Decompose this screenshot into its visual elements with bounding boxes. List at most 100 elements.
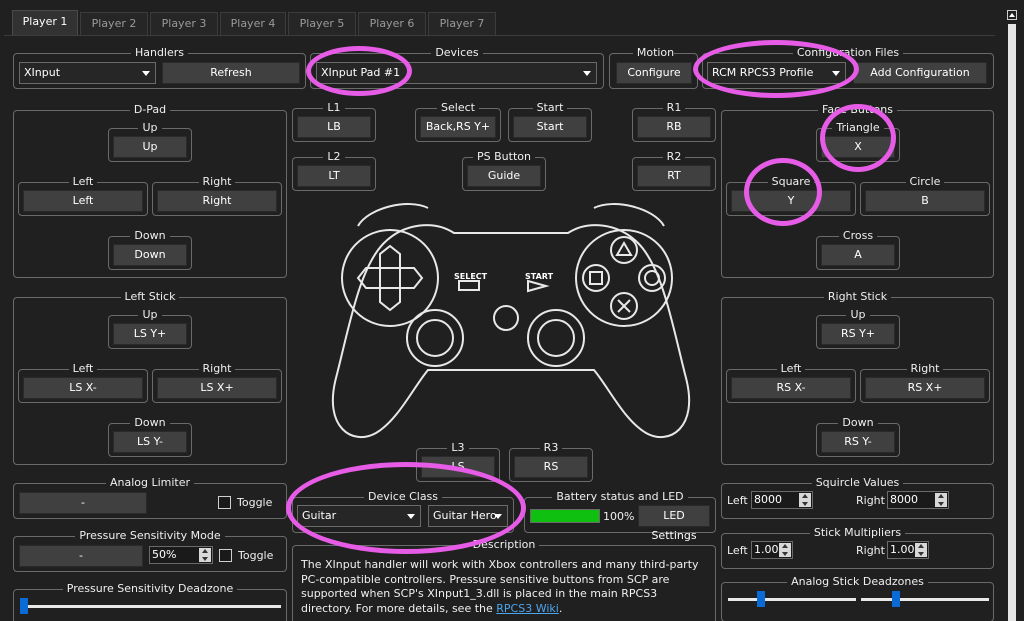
start-pad-icon bbox=[527, 279, 550, 293]
config-profile-select[interactable]: RCM RPCS3 Profile bbox=[707, 62, 846, 84]
left-stick-title: Left Stick bbox=[120, 290, 180, 303]
motion-configure-button[interactable]: Configure bbox=[616, 62, 692, 84]
square-icon bbox=[589, 271, 603, 285]
ls-up-label: Up bbox=[138, 308, 162, 321]
device-subtype-select[interactable]: Guitar Hero bbox=[428, 505, 508, 527]
rs-down-button[interactable]: RS Y- bbox=[821, 431, 895, 453]
rs-up-button[interactable]: RS Y+ bbox=[821, 323, 895, 345]
r1-button[interactable]: RB bbox=[637, 116, 711, 138]
left-deadzone-handle[interactable] bbox=[756, 591, 765, 607]
tab-player-5[interactable]: Player 5 bbox=[288, 12, 356, 36]
tab-player-1[interactable]: Player 1 bbox=[12, 10, 78, 36]
ls-up-button[interactable]: LS Y+ bbox=[113, 323, 187, 345]
cross-icon bbox=[617, 299, 631, 313]
left-deadzone-slider[interactable] bbox=[728, 598, 856, 601]
dpad-down-label: Down bbox=[130, 229, 170, 242]
square-button[interactable]: Y bbox=[731, 190, 851, 212]
dpad-down-button[interactable]: Down bbox=[113, 244, 187, 266]
dpad-left-label: Left bbox=[68, 175, 98, 188]
triangle-button[interactable]: X bbox=[821, 136, 895, 158]
ls-left-button[interactable]: LS X- bbox=[23, 377, 143, 399]
right-deadzone-handle[interactable] bbox=[892, 591, 901, 607]
description-text: The XInput handler will work with Xbox c… bbox=[301, 558, 711, 616]
r1-outline bbox=[593, 203, 665, 227]
squircle-title: Squircle Values bbox=[811, 476, 904, 489]
ls-right-button[interactable]: LS X+ bbox=[157, 377, 277, 399]
dpad-up-button[interactable]: Up bbox=[113, 136, 187, 158]
squircle-left-spinbox[interactable]: 8000 bbox=[751, 491, 813, 509]
r2-button[interactable]: RT bbox=[637, 165, 711, 187]
rs-up-label: Up bbox=[846, 308, 870, 321]
scroll-up-icon[interactable] bbox=[1007, 10, 1017, 20]
circle-button[interactable]: B bbox=[865, 190, 985, 212]
tab-player-4[interactable]: Player 4 bbox=[220, 12, 286, 36]
dpad-up-icon bbox=[379, 244, 401, 269]
tab-player-2[interactable]: Player 2 bbox=[80, 12, 148, 36]
pressure-deadzone-slider[interactable] bbox=[20, 605, 281, 608]
mult-right-spinbox[interactable]: 1.00 bbox=[887, 541, 929, 559]
spin-arrows-icon[interactable] bbox=[935, 493, 947, 507]
scroll-thumb[interactable] bbox=[1008, 24, 1016, 621]
handler-select[interactable]: XInput bbox=[19, 62, 156, 84]
devices-title: Devices bbox=[431, 46, 483, 59]
analog-limiter-toggle-checkbox[interactable] bbox=[218, 496, 231, 509]
tab-player-6[interactable]: Player 6 bbox=[358, 12, 426, 36]
dpad-down-icon bbox=[379, 287, 401, 312]
spin-arrows-icon[interactable] bbox=[915, 543, 927, 557]
l2-button[interactable]: LT bbox=[297, 165, 371, 187]
select-label: Select bbox=[437, 101, 479, 114]
rs-right-button[interactable]: RS X+ bbox=[865, 377, 985, 399]
square-label: Square bbox=[767, 175, 815, 188]
pressure-mode-title: Pressure Sensitivity Mode bbox=[75, 529, 225, 542]
device-value: XInput Pad #1 bbox=[321, 66, 401, 79]
pressure-percent-spinbox[interactable]: 50% bbox=[149, 546, 213, 564]
dpad-up-label: Up bbox=[138, 121, 162, 134]
dpad-right-button[interactable]: Right bbox=[157, 190, 277, 212]
ps-button[interactable]: Guide bbox=[467, 165, 541, 187]
cross-button[interactable]: A bbox=[821, 244, 895, 266]
triangle-icon bbox=[615, 241, 633, 256]
l1-label: L1 bbox=[323, 101, 345, 114]
chevron-down-icon bbox=[832, 71, 840, 76]
spin-arrows-icon[interactable] bbox=[199, 548, 211, 562]
tab-player-3[interactable]: Player 3 bbox=[150, 12, 218, 36]
start-label: Start bbox=[532, 101, 568, 114]
pressure-deadzone-handle[interactable] bbox=[20, 598, 28, 614]
vertical-scrollbar[interactable] bbox=[1002, 0, 1024, 621]
l3-button[interactable]: LS bbox=[421, 456, 495, 478]
battery-bar bbox=[530, 509, 600, 523]
spin-arrows-icon[interactable] bbox=[799, 493, 811, 507]
dpad-left-button[interactable]: Left bbox=[23, 190, 143, 212]
r3-button[interactable]: RS bbox=[514, 456, 588, 478]
mult-right-value: 1.00 bbox=[890, 543, 915, 556]
tab-player-7[interactable]: Player 7 bbox=[428, 12, 496, 36]
add-configuration-button[interactable]: Add Configuration bbox=[853, 62, 987, 84]
pad-select-text: SELECT bbox=[454, 272, 488, 281]
device-class-select[interactable]: Guitar bbox=[297, 505, 421, 527]
l1-button[interactable]: LB bbox=[297, 116, 371, 138]
select-button[interactable]: Back,RS Y+ bbox=[420, 116, 496, 138]
rpcs3-wiki-link[interactable]: RPCS3 Wiki bbox=[496, 602, 559, 615]
battery-title: Battery status and LED bbox=[552, 490, 688, 503]
analog-limiter-title: Analog Limiter bbox=[105, 476, 195, 489]
analog-limiter-button[interactable]: - bbox=[19, 492, 147, 514]
left-analog-stick bbox=[416, 319, 454, 357]
pressure-toggle-label: Toggle bbox=[238, 549, 274, 562]
mult-left-spinbox[interactable]: 1.00 bbox=[751, 541, 793, 559]
refresh-button[interactable]: Refresh bbox=[162, 62, 300, 84]
pressure-toggle-checkbox[interactable] bbox=[219, 549, 232, 562]
spin-arrows-icon[interactable] bbox=[779, 543, 791, 557]
device-select[interactable]: XInput Pad #1 bbox=[316, 62, 597, 84]
config-profile-value: RCM RPCS3 Profile bbox=[712, 66, 814, 79]
pressure-mode-button[interactable]: - bbox=[19, 545, 143, 567]
handler-value: XInput bbox=[24, 66, 61, 79]
right-deadzone-slider[interactable] bbox=[861, 598, 989, 601]
start-button[interactable]: Start bbox=[513, 116, 587, 138]
chevron-down-icon bbox=[583, 71, 591, 76]
squircle-right-spinbox[interactable]: 8000 bbox=[887, 491, 949, 509]
pad-start-text: START bbox=[525, 272, 554, 281]
ls-down-button[interactable]: LS Y- bbox=[113, 431, 187, 453]
led-settings-button[interactable]: LED Settings bbox=[638, 505, 710, 542]
handlers-title: Handlers bbox=[130, 46, 189, 59]
rs-left-button[interactable]: RS X- bbox=[731, 377, 851, 399]
